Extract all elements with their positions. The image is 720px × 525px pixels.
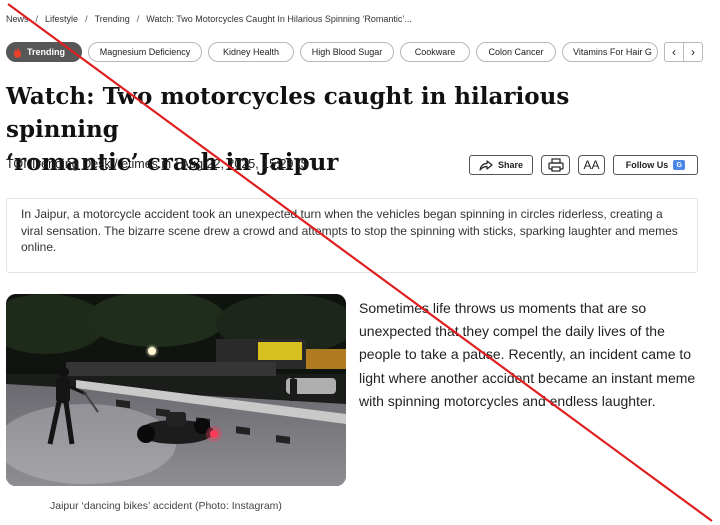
follow-us-label: Follow Us — [625, 160, 669, 170]
tags-prev-button[interactable]: ‹ — [664, 42, 684, 62]
breadcrumb-trending[interactable]: Trending — [95, 14, 130, 24]
chevron-left-icon: ‹ — [672, 45, 676, 59]
breadcrumb: News / Lifestyle / Trending / Watch: Two Motor… — [6, 14, 412, 24]
breadcrumb-news[interactable]: News — [6, 14, 29, 24]
print-button[interactable] — [541, 155, 570, 175]
follow-us-button[interactable]: Follow Us G — [613, 155, 698, 175]
trending-tags-bar: Trending Magnesium Deficiency Kidney Hea… — [6, 42, 712, 64]
font-size-button[interactable]: AA — [578, 155, 605, 175]
article-photo[interactable] — [6, 294, 346, 486]
flame-icon — [13, 46, 22, 58]
article-body: Sometimes life throws us moments that ar… — [359, 300, 696, 409]
tags-next-button[interactable]: › — [683, 42, 703, 62]
breadcrumb-current: Watch: Two Motorcycles Caught In Hilario… — [146, 14, 412, 24]
font-size-icon: AA — [583, 158, 600, 172]
breadcrumb-separator: / — [136, 14, 140, 24]
breadcrumb-lifestyle[interactable]: Lifestyle — [45, 14, 78, 24]
tag-kidney-health[interactable]: Kidney Health — [208, 42, 294, 62]
tag-vitamins-for-hair[interactable]: Vitamins For Hair G — [562, 42, 658, 62]
trending-label: Trending — [27, 47, 65, 57]
motorcycle-crash-photo — [6, 294, 346, 486]
article-byline: TOI Trending Desk / etimes.in / Aug 22, … — [6, 157, 317, 171]
trending-button[interactable]: Trending — [6, 42, 82, 62]
share-icon — [479, 159, 493, 171]
tag-magnesium-deficiency[interactable]: Magnesium Deficiency — [88, 42, 202, 62]
tag-cookware[interactable]: Cookware — [400, 42, 470, 62]
photo-caption: Jaipur ‘dancing bikes’ accident (Photo: … — [50, 500, 282, 512]
google-news-icon: G — [673, 160, 686, 170]
chevron-right-icon: › — [691, 45, 695, 59]
share-button[interactable]: Share — [469, 155, 533, 175]
article-summary: In Jaipur, a motorcycle accident took an… — [6, 198, 698, 273]
tag-high-blood-sugar[interactable]: High Blood Sugar — [300, 42, 394, 62]
tag-colon-cancer[interactable]: Colon Cancer — [476, 42, 556, 62]
breadcrumb-separator: / — [35, 14, 39, 24]
print-icon — [547, 158, 564, 172]
share-label: Share — [497, 160, 523, 170]
headline-line-1: Watch: Two motorcycles caught in hilario… — [6, 83, 570, 143]
breadcrumb-separator: / — [85, 14, 88, 24]
